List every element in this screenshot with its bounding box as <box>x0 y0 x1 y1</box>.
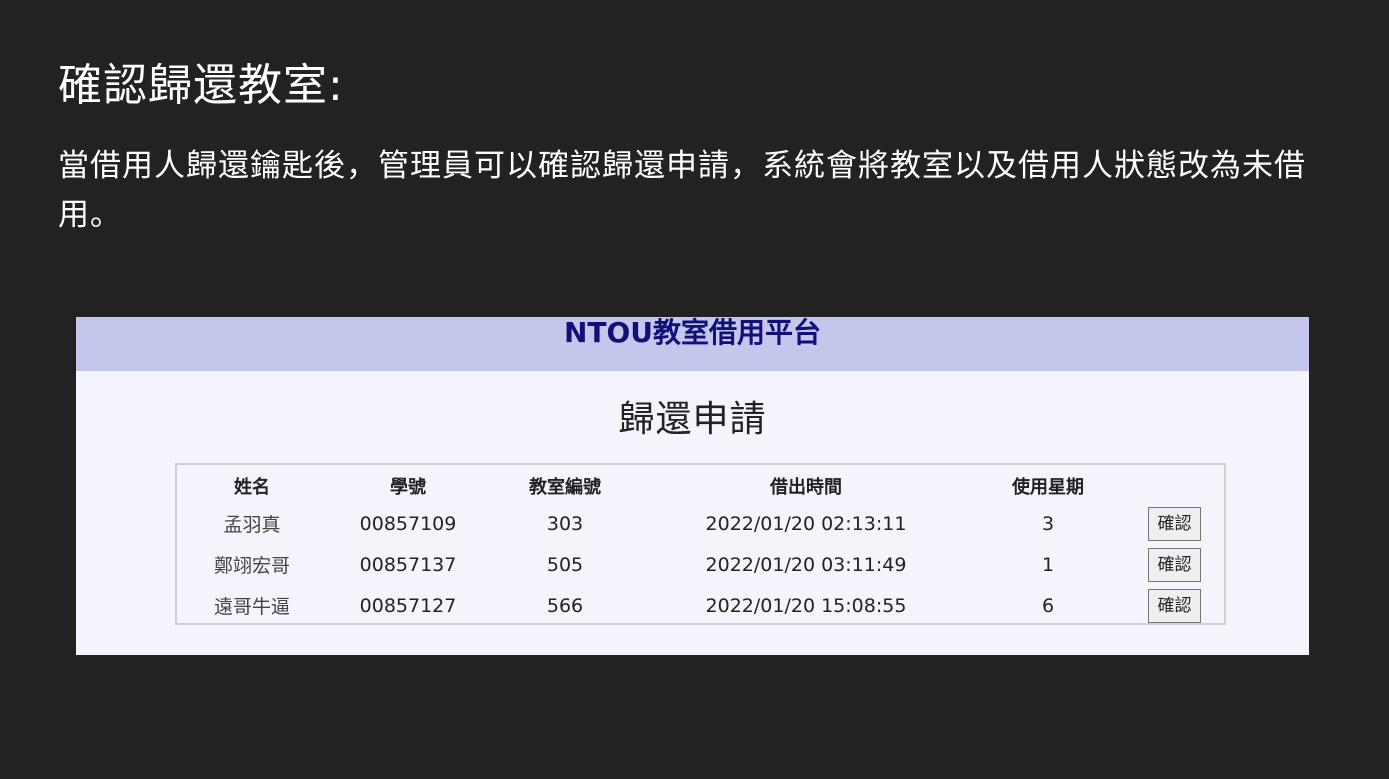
cell-name: 遠哥牛逼 <box>213 596 290 618</box>
cell-action: 確認 <box>1125 503 1224 544</box>
page-title: 歸還申請 <box>618 399 767 440</box>
app-window: NTOU教室借用平台 歸還申請 姓名 學號 教室編號 借出時間 使用星期 孟羽真… <box>76 317 1309 655</box>
cell-weekday: 1 <box>1041 553 1055 576</box>
column-header-room: 教室編號 <box>529 477 601 498</box>
cell-weekday: 3 <box>1041 512 1055 535</box>
column-header-action <box>1125 469 1224 503</box>
cell-action: 確認 <box>1125 544 1224 585</box>
column-header-weekday: 使用星期 <box>1012 477 1084 498</box>
slide-description: 當借用人歸還鑰匙後，管理員可以確認歸還申請，系統會將教室以及借用人狀態改為未借用… <box>58 148 1306 233</box>
column-header-student-id: 學號 <box>390 477 426 498</box>
confirm-return-button[interactable]: 確認 <box>1148 506 1201 541</box>
cell-student-id: 00857137 <box>359 553 457 576</box>
cell-room: 566 <box>546 594 584 617</box>
column-header-name: 姓名 <box>234 477 270 498</box>
cell-action: 確認 <box>1125 585 1224 626</box>
table-row: 孟羽真 00857109 303 2022/01/20 02:13:11 3 確… <box>177 503 1224 544</box>
cell-borrow-time: 2022/01/20 15:08:55 <box>705 594 907 617</box>
column-header-borrow-time: 借出時間 <box>770 477 842 498</box>
app-brand-title[interactable]: NTOU教室借用平台 <box>76 317 1309 351</box>
slide-title: 確認歸還教室: <box>58 60 344 111</box>
table-header-row: 姓名 學號 教室編號 借出時間 使用星期 <box>177 469 1224 503</box>
return-requests-table: 姓名 學號 教室編號 借出時間 使用星期 孟羽真 00857109 303 20… <box>175 463 1226 625</box>
cell-room: 505 <box>546 553 584 576</box>
cell-student-id: 00857127 <box>359 594 457 617</box>
table-row: 遠哥牛逼 00857127 566 2022/01/20 15:08:55 6 … <box>177 585 1224 626</box>
cell-room: 303 <box>546 512 584 535</box>
cell-name: 鄭翊宏哥 <box>213 555 290 577</box>
confirm-return-button[interactable]: 確認 <box>1148 547 1201 582</box>
cell-student-id: 00857109 <box>359 512 457 535</box>
cell-name: 孟羽真 <box>223 514 281 536</box>
cell-borrow-time: 2022/01/20 03:11:49 <box>705 553 907 576</box>
cell-borrow-time: 2022/01/20 02:13:11 <box>705 512 907 535</box>
confirm-return-button[interactable]: 確認 <box>1148 588 1201 623</box>
table-row: 鄭翊宏哥 00857137 505 2022/01/20 03:11:49 1 … <box>177 544 1224 585</box>
cell-weekday: 6 <box>1041 594 1055 617</box>
app-header: NTOU教室借用平台 <box>76 317 1309 371</box>
